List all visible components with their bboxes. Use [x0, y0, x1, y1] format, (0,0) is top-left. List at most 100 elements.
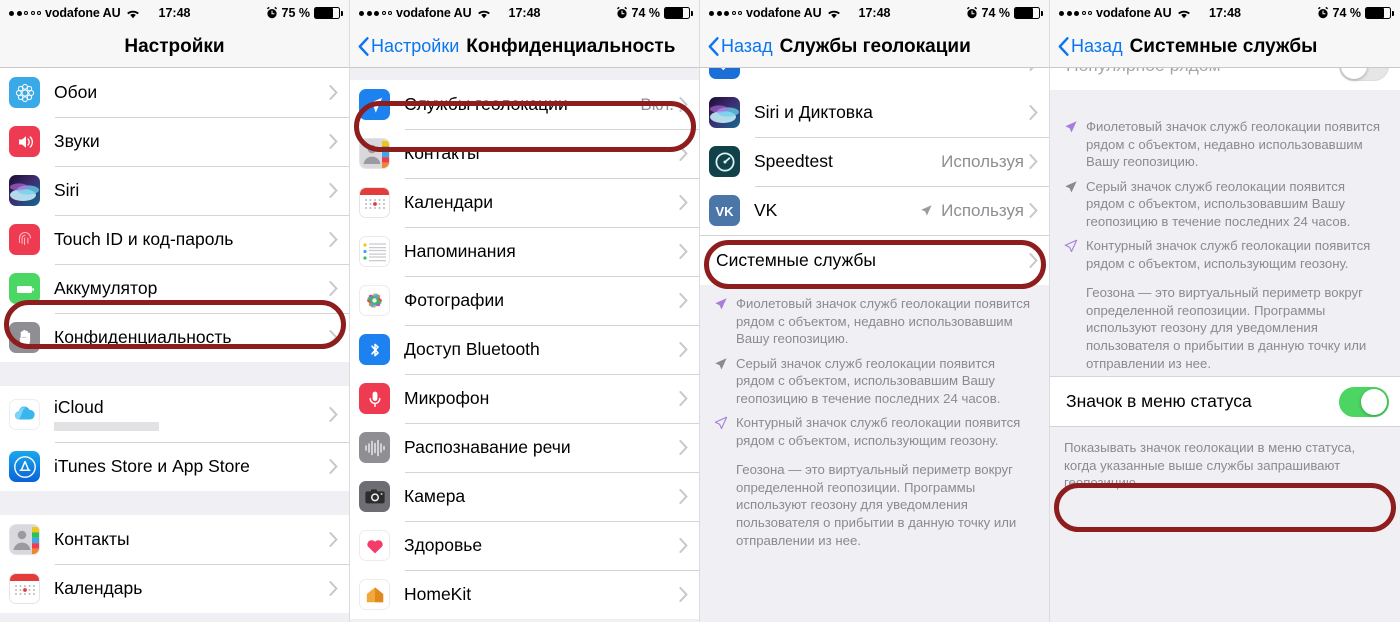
privacy-list[interactable]: Службы геолокации Вкл. Контакты Календар	[350, 68, 699, 622]
chevron-right-icon	[679, 489, 688, 504]
chevron-right-icon	[329, 134, 338, 149]
list-item-speech-recognition[interactable]: Распознавание речи	[350, 423, 699, 472]
list-item-value: Используя	[941, 200, 1024, 220]
sounds-icon	[9, 126, 40, 157]
svg-text:VK: VK	[715, 204, 734, 219]
alarm-icon	[966, 7, 978, 19]
footnote-paragraph: Геозона — это виртуальный периметр вокру…	[736, 462, 1017, 548]
list-item-photos[interactable]: Фотографии	[350, 276, 699, 325]
sidebar-item-wallpaper[interactable]: Обои	[0, 68, 349, 117]
chevron-right-icon	[329, 459, 338, 474]
list-item-calendars[interactable]: Календари	[350, 178, 699, 227]
chevron-left-icon	[358, 37, 369, 56]
icloud-account-redacted	[54, 422, 159, 431]
wifi-icon	[126, 8, 140, 19]
list-item-value-with-arrow: Используя	[920, 201, 1024, 221]
list-item-label: Популярное рядом	[1066, 68, 1339, 76]
appstore-icon	[9, 451, 40, 482]
nav-bar-1: Настройки	[0, 26, 349, 68]
screen-privacy: vodafone AU 17:48 74 % Настройки Конфиде…	[350, 0, 700, 622]
chevron-right-icon	[679, 440, 688, 455]
list-item-partial-popular-nearby[interactable]: Популярное рядом	[1050, 68, 1400, 90]
nav-inline-3: Назад Службы геолокации	[708, 36, 1041, 58]
list-item-label: HomeKit	[404, 584, 472, 604]
list-item-label: Службы геолокации	[404, 94, 568, 114]
chevron-right-icon	[679, 538, 688, 553]
toggle-knob	[1361, 388, 1387, 415]
list-item-label: Камера	[404, 486, 466, 506]
chevron-right-icon	[329, 85, 338, 100]
footnote-text: Фиолетовый значок служб геолокации появи…	[1086, 119, 1381, 170]
list-item-label: Микрофон	[404, 388, 490, 408]
list-item-system-services[interactable]: Системные службы	[700, 236, 1049, 285]
sidebar-item-label: Siri	[54, 180, 80, 200]
sidebar-item-sounds[interactable]: Звуки	[0, 117, 349, 166]
list-item-contacts[interactable]: Контакты	[350, 129, 699, 178]
footnote-purple-filled: Фиолетовый значок служб геолокации появи…	[714, 295, 1035, 348]
chevron-right-icon	[1029, 68, 1038, 71]
sidebar-item-battery[interactable]: Аккумулятор	[0, 264, 349, 313]
status-bar-right-1: 75 %	[266, 6, 343, 20]
signal-dots-icon	[1059, 10, 1092, 16]
settings-list[interactable]: Обои Звуки Siri Touch ID и код-пароль Ак…	[0, 68, 349, 622]
status-bar-icon-toggle[interactable]	[1339, 386, 1389, 417]
footnote-purple-outline: Контурный значок служб геолокации появит…	[1064, 237, 1386, 272]
popular-nearby-toggle[interactable]	[1339, 68, 1389, 81]
sidebar-item-itunes-app-store[interactable]: iTunes Store и App Store	[0, 442, 349, 491]
reminders-icon	[359, 236, 390, 267]
sidebar-item-label: Аккумулятор	[54, 278, 158, 298]
screen-location-services: vodafone AU 17:48 74 % Назад Службы геол…	[700, 0, 1050, 622]
chevron-right-icon	[679, 587, 688, 602]
list-item-camera[interactable]: Камера	[350, 472, 699, 521]
list-item-label: VK	[754, 200, 778, 220]
list-item-health[interactable]: Здоровье	[350, 521, 699, 570]
sidebar-item-icloud[interactable]: iCloud	[0, 386, 349, 442]
nav-bar-4: Назад Системные службы	[1050, 26, 1400, 68]
list-item-siri-dictation[interactable]: Siri и Диктовка	[700, 88, 1049, 137]
chevron-right-icon	[329, 232, 338, 247]
back-button[interactable]: Настройки	[358, 36, 459, 57]
system-services-list[interactable]: Популярное рядом Фиолетовый значок служб…	[1050, 68, 1400, 622]
back-button-label: Назад	[1071, 36, 1123, 56]
chevron-right-icon	[679, 146, 688, 161]
status-icon-footnote-block: Показывать значок геолокации в меню стат…	[1050, 427, 1400, 496]
list-item-microphone[interactable]: Микрофон	[350, 374, 699, 423]
page-title: Настройки	[124, 35, 225, 57]
sidebar-item-contacts[interactable]: Контакты	[0, 515, 349, 564]
list-item-reminders[interactable]: Напоминания	[350, 227, 699, 276]
back-button-label: Назад	[721, 36, 773, 56]
list-item-vk[interactable]: VK VK Используя	[700, 186, 1049, 235]
microphone-icon	[359, 383, 390, 414]
list-item-location-services[interactable]: Службы геолокации Вкл.	[350, 80, 699, 129]
location-apps-group: Siri и Диктовка Speedtest Используя VK V…	[700, 88, 1049, 235]
sidebar-item-label: Контакты	[54, 529, 130, 549]
battery-icon	[1014, 7, 1043, 19]
sidebar-item-privacy[interactable]: Конфиденциальность	[0, 313, 349, 362]
list-item-speedtest[interactable]: Speedtest Используя	[700, 137, 1049, 186]
chevron-right-icon	[1029, 203, 1038, 218]
list-item-label: Фотографии	[404, 290, 505, 310]
footnote-text: Фиолетовый значок служб геолокации появи…	[736, 296, 1031, 347]
camera-icon	[359, 481, 390, 512]
battery-percent-label: 75 %	[281, 6, 311, 20]
sidebar-item-siri[interactable]: Siri	[0, 166, 349, 215]
back-button[interactable]: Назад	[1058, 36, 1123, 57]
settings-group-1: Обои Звуки Siri Touch ID и код-пароль Ак…	[0, 68, 349, 362]
sidebar-item-label: iCloud	[54, 397, 104, 417]
location-services-list[interactable]: Siri и Диктовка Speedtest Используя VK V…	[700, 68, 1049, 622]
list-item-label: Напоминания	[404, 241, 516, 261]
list-item-status-bar-icon[interactable]: Значок в меню статуса	[1050, 377, 1400, 427]
list-item-partial-top[interactable]	[700, 68, 1049, 88]
location-arrow-icon	[359, 89, 390, 120]
privacy-hand-icon	[9, 322, 40, 353]
contacts-icon	[9, 524, 40, 555]
back-button[interactable]: Назад	[708, 36, 773, 57]
list-item-label: Speedtest	[754, 151, 833, 171]
sidebar-item-calendar[interactable]: Календарь	[0, 564, 349, 613]
battery-percent-label: 74 %	[631, 6, 661, 20]
list-item-homekit[interactable]: HomeKit	[350, 570, 699, 619]
chevron-right-icon	[329, 532, 338, 547]
list-item-bluetooth[interactable]: Доступ Bluetooth	[350, 325, 699, 374]
signal-dots-icon	[359, 10, 392, 16]
sidebar-item-touch-id[interactable]: Touch ID и код-пароль	[0, 215, 349, 264]
